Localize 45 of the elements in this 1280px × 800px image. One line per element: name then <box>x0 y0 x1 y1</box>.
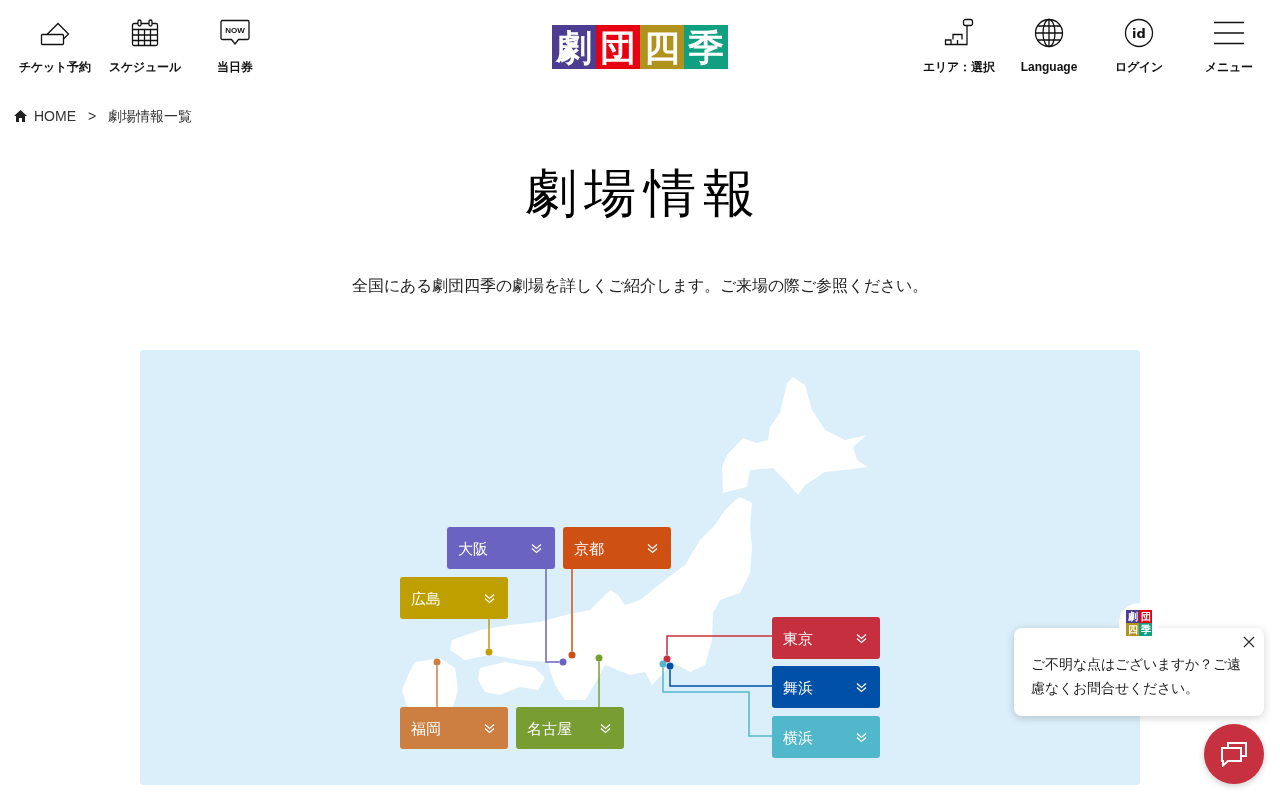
double-chevron-down-icon <box>531 542 542 554</box>
chat-button[interactable] <box>1204 724 1264 784</box>
theater-region-button[interactable]: 京都 <box>563 527 671 569</box>
logo-character: 劇 <box>552 25 596 69</box>
theater-region-button[interactable]: 東京 <box>772 617 880 659</box>
nav-link[interactable]: チケット予約 <box>10 18 100 90</box>
logo-character: 四 <box>640 25 684 69</box>
globe-icon <box>1033 18 1065 48</box>
page-description: 全国にある劇団四季の劇場を詳しくご紹介します。ご来場の際ご参照ください。 <box>352 276 928 296</box>
home-link[interactable]: HOME <box>14 105 76 127</box>
logo-character: 季 <box>1139 623 1152 636</box>
close-button[interactable] <box>1243 636 1255 648</box>
double-chevron-down-icon <box>856 681 867 693</box>
double-chevron-down-icon <box>856 632 867 644</box>
double-chevron-down-icon <box>600 722 611 734</box>
chat-bubbles-icon <box>1220 741 1248 767</box>
calendar-icon <box>129 18 161 48</box>
logo-character: 四 <box>1126 623 1139 636</box>
double-chevron-down-icon <box>856 731 867 743</box>
home-icon <box>14 110 27 122</box>
nav-link[interactable]: Language <box>1004 18 1094 90</box>
double-chevron-down-icon <box>647 542 658 554</box>
double-chevron-down-icon <box>484 592 495 604</box>
id-circle-icon: id <box>1123 18 1155 48</box>
nav-link[interactable]: NOW 当日券 <box>190 18 280 90</box>
nav-link[interactable]: id ログイン <box>1094 18 1184 90</box>
leader-line <box>436 664 438 708</box>
logo-character: 劇 <box>1126 610 1139 623</box>
leader-line <box>598 660 600 708</box>
page-title: 劇場情報 <box>524 167 763 219</box>
theater-region-button[interactable]: 大阪 <box>447 527 555 569</box>
steps-and-sign-icon <box>943 18 975 48</box>
double-chevron-down-icon <box>484 722 495 734</box>
breadcrumb-separator: > <box>88 106 97 126</box>
chat-message: ご不明な点はございますか？ご遠慮なくお問合せください。 <box>1031 655 1242 698</box>
nav-link[interactable]: メニュー <box>1184 18 1274 90</box>
breadcrumb-current: 劇場情報一覧 <box>108 106 193 126</box>
close-icon <box>1243 636 1255 648</box>
nav-link[interactable]: エリア：選択 <box>914 18 1004 90</box>
theater-region-button[interactable]: 舞浜 <box>772 666 880 708</box>
leader-line <box>488 618 490 650</box>
logo-character: 団 <box>1139 610 1152 623</box>
logo-character: 団 <box>596 25 640 69</box>
logo-character: 季 <box>684 25 728 69</box>
nav-link[interactable]: スケジュール <box>100 18 190 90</box>
